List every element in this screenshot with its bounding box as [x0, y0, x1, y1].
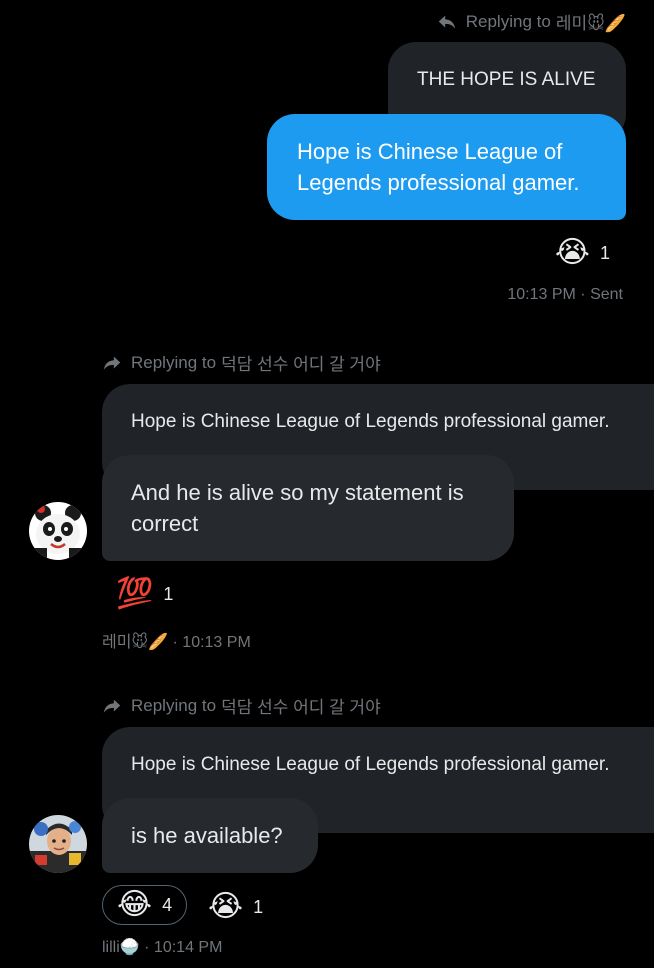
- loudly-crying-emoji-icon: 😭: [554, 236, 590, 269]
- message-meta: 레미🐭🥖 · 10:13 PM: [102, 628, 251, 652]
- message-time: · 10:13 PM: [172, 634, 251, 651]
- reply-prefix: Replying to: [131, 352, 217, 372]
- reaction-count: 1: [253, 896, 264, 917]
- message-text: is he available?: [131, 823, 283, 848]
- hundred-points-emoji-icon: 💯: [116, 577, 154, 610]
- reaction-count: 1: [599, 242, 610, 263]
- message-bubble-received[interactable]: And he is alive so my statement is corre…: [102, 455, 514, 561]
- message-bubble-received[interactable]: is he available?: [102, 798, 318, 873]
- reply-prefix: Replying to: [465, 11, 551, 31]
- loudly-crying-emoji-icon: 😭: [208, 890, 244, 923]
- reply-target: 덕담 선수 어디 갈 거야: [221, 355, 381, 374]
- panda-avatar[interactable]: [29, 502, 87, 560]
- sender-name: 레미🐭🥖: [102, 634, 169, 651]
- reply-context[interactable]: Replying to 덕담 선수 어디 갈 거야: [101, 693, 381, 718]
- sender-name: lilli🍚: [102, 939, 140, 956]
- reaction[interactable]: 😭 1: [555, 238, 610, 268]
- quoted-text: THE HOPE IS ALIVE: [417, 69, 596, 90]
- message-text: And he is alive so my statement is corre…: [131, 480, 464, 536]
- reply-context[interactable]: Replying to 덕담 선수 어디 갈 거야: [101, 350, 381, 375]
- tears-of-joy-emoji-icon: 😂: [117, 888, 153, 921]
- reaction-selected[interactable]: 😂 4: [102, 885, 188, 925]
- quoted-text: Hope is Chinese League of Legends profes…: [131, 754, 610, 775]
- reply-prefix: Replying to: [131, 695, 217, 715]
- reaction[interactable]: 💯 1: [116, 579, 173, 609]
- reaction[interactable]: 😭 1: [208, 892, 263, 922]
- reply-target: 덕담 선수 어디 갈 거야: [221, 698, 381, 717]
- message-timestamp: 10:13 PM · Sent: [507, 286, 623, 303]
- reply-arrow-icon: [103, 356, 121, 370]
- message-bubble-sent[interactable]: Hope is Chinese League of Legends profes…: [267, 114, 626, 220]
- reaction-count: 4: [162, 894, 173, 915]
- reply-arrow-icon: [103, 699, 121, 713]
- person-avatar[interactable]: [29, 815, 87, 873]
- message-meta: lilli🍚 · 10:14 PM: [102, 937, 222, 957]
- message-time: · 10:14 PM: [144, 939, 223, 956]
- quoted-text: Hope is Chinese League of Legends profes…: [131, 411, 610, 432]
- reply-arrow-icon: [438, 15, 455, 29]
- reaction-count: 1: [163, 583, 174, 604]
- reply-context[interactable]: Replying to 레미🐭🥖: [436, 9, 626, 34]
- reply-target: 레미🐭🥖: [555, 14, 626, 33]
- dm-conversation: Replying to 레미🐭🥖 THE HOPE IS ALIVE Hope …: [0, 0, 654, 968]
- message-text: Hope is Chinese League of Legends profes…: [297, 139, 580, 195]
